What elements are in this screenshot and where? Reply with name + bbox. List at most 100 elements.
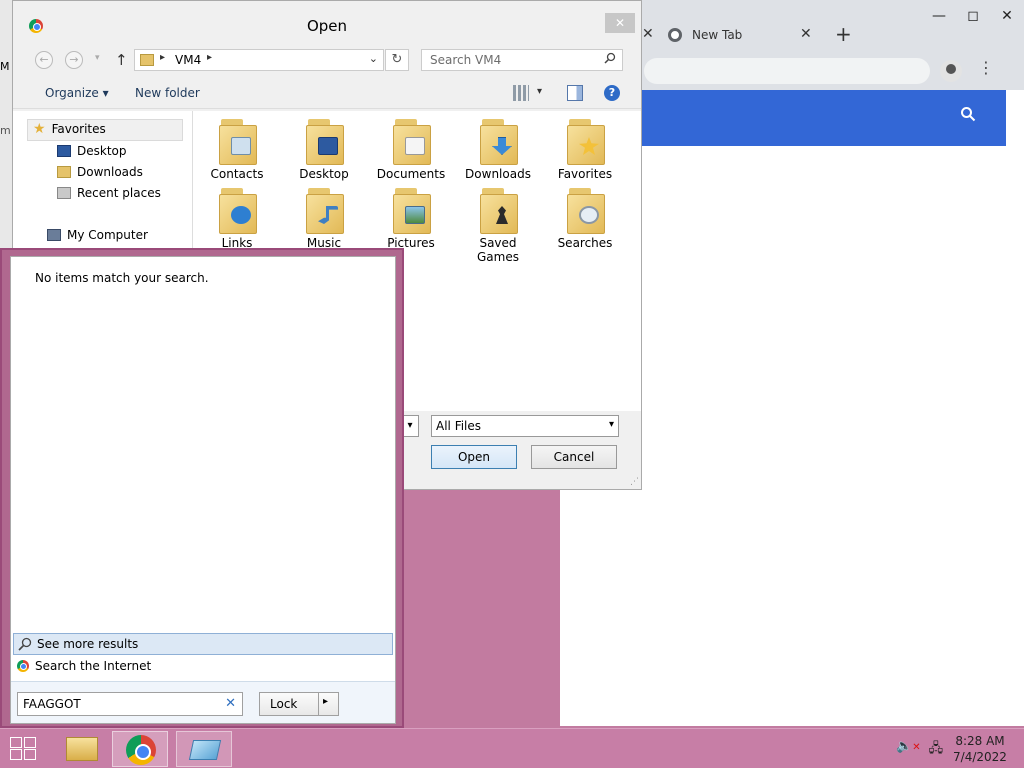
clear-search-icon[interactable]: ✕ bbox=[225, 696, 236, 711]
file-name: Documents bbox=[376, 167, 446, 181]
nav-my-computer[interactable]: My Computer bbox=[47, 228, 148, 242]
chevron-down-icon[interactable]: ▾ bbox=[537, 86, 553, 102]
file-item-documents[interactable]: Documents bbox=[371, 119, 451, 181]
folder-icon bbox=[480, 188, 518, 234]
minimize-button[interactable]: — bbox=[922, 8, 956, 24]
folder-icon bbox=[567, 188, 605, 234]
file-item-desktop[interactable]: Desktop bbox=[284, 119, 364, 181]
profile-icon[interactable] bbox=[940, 60, 962, 82]
address-bar[interactable] bbox=[644, 58, 930, 84]
taskbar-chrome[interactable] bbox=[112, 731, 168, 767]
folder-icon bbox=[219, 188, 257, 234]
up-arrow-icon[interactable]: ↑ bbox=[115, 51, 128, 69]
refresh-icon[interactable]: ↻ bbox=[385, 49, 409, 71]
tab-close-button[interactable]: ✕ bbox=[800, 26, 812, 42]
chrome-icon bbox=[126, 735, 156, 765]
no-results-message: No items match your search. bbox=[35, 271, 209, 285]
clock-time: 8:28 AM bbox=[955, 734, 1005, 748]
lock-button[interactable]: Lock ▸ bbox=[259, 692, 339, 716]
search-internet-link[interactable]: Search the Internet bbox=[17, 659, 151, 673]
dialog-close-button[interactable]: ✕ bbox=[605, 13, 635, 33]
close-button[interactable]: ✕ bbox=[990, 8, 1024, 24]
breadcrumb-item[interactable]: VM4 bbox=[175, 53, 201, 67]
chrome-icon bbox=[17, 660, 29, 672]
nav-favorites[interactable]: ★ Favorites bbox=[33, 121, 106, 137]
system-tray: 🔈✕ 🖧 bbox=[896, 739, 943, 761]
forward-icon[interactable]: → bbox=[65, 51, 83, 69]
page-header-bar bbox=[642, 90, 1006, 146]
preview-pane-icon[interactable] bbox=[567, 85, 583, 101]
nav-downloads[interactable]: Downloads bbox=[57, 165, 143, 179]
downloads-folder-icon bbox=[57, 166, 71, 178]
search-icon[interactable] bbox=[604, 52, 616, 64]
file-item-saved-games[interactable]: Saved Games bbox=[458, 188, 538, 264]
dialog-title-bar: Open ✕ bbox=[13, 1, 641, 37]
file-name: Downloads bbox=[465, 167, 531, 181]
tab-close-button[interactable]: ✕ bbox=[642, 26, 654, 42]
volume-muted-icon[interactable]: 🔈✕ bbox=[896, 739, 921, 761]
start-search-input[interactable]: FAAGGOT ✕ bbox=[17, 692, 243, 716]
address-breadcrumb[interactable]: ▸ VM4 ▸ ⌄ bbox=[134, 49, 384, 71]
taskbar-clock[interactable]: 8:28 AM 7/4/2022 bbox=[940, 733, 1020, 765]
file-item-favorites[interactable]: Favorites bbox=[545, 119, 625, 181]
file-item-downloads[interactable]: Downloads bbox=[458, 119, 538, 181]
maximize-button[interactable]: ◻ bbox=[956, 8, 990, 24]
search-icon[interactable] bbox=[960, 106, 976, 122]
new-tab-button[interactable]: + bbox=[835, 22, 852, 46]
computer-icon bbox=[47, 229, 61, 241]
nav-label: Desktop bbox=[77, 144, 127, 158]
nav-recent-places[interactable]: Recent places bbox=[57, 186, 161, 200]
open-button[interactable]: Open bbox=[431, 445, 517, 469]
file-name: Desktop bbox=[299, 167, 349, 181]
window-controls: — ◻ ✕ bbox=[922, 8, 1024, 24]
clock-date: 7/4/2022 bbox=[953, 750, 1007, 764]
navigation-bar: ← → ▾ ↑ ▸ VM4 ▸ ⌄ ↻ Search VM4 bbox=[13, 45, 641, 75]
file-item-searches[interactable]: Searches bbox=[545, 188, 625, 250]
back-icon[interactable]: ← bbox=[35, 51, 53, 69]
folder-icon bbox=[567, 119, 605, 165]
search-input[interactable]: Search VM4 bbox=[421, 49, 623, 71]
organize-button[interactable]: Organize ▾ bbox=[45, 86, 109, 100]
app-icon bbox=[188, 740, 222, 760]
power-options-arrow-icon[interactable]: ▸ bbox=[323, 696, 328, 707]
file-name: Saved Games bbox=[477, 236, 519, 264]
navigation-pane: ★ Favorites Desktop Downloads Recent pla… bbox=[13, 111, 193, 251]
desktop-icon-fragment: M bbox=[0, 60, 10, 73]
menu-icon[interactable]: ⋮ bbox=[978, 58, 994, 77]
view-options-icon[interactable] bbox=[513, 85, 529, 101]
tab-new-tab[interactable]: New Tab bbox=[668, 20, 818, 50]
nav-label: Recent places bbox=[77, 186, 161, 200]
search-internet-label: Search the Internet bbox=[35, 659, 152, 673]
folder-icon bbox=[393, 188, 431, 234]
file-item-contacts[interactable]: Contacts bbox=[197, 119, 277, 181]
windows-start-icon[interactable] bbox=[10, 737, 38, 761]
taskbar: 🔈✕ 🖧 8:28 AM 7/4/2022 bbox=[0, 728, 1024, 768]
chevron-down-icon[interactable]: ⌄ bbox=[369, 52, 378, 65]
taskbar-app[interactable] bbox=[176, 731, 232, 767]
help-icon[interactable]: ? bbox=[604, 85, 620, 101]
file-type-select[interactable]: All Files ▾ bbox=[431, 415, 619, 437]
page-body bbox=[642, 146, 1024, 726]
chevron-right-icon[interactable]: ▸ bbox=[160, 52, 165, 63]
file-item-links[interactable]: Links bbox=[197, 188, 277, 250]
resize-grip[interactable]: ⋰ bbox=[630, 477, 639, 487]
cancel-button[interactable]: Cancel bbox=[531, 445, 617, 469]
new-folder-button[interactable]: New folder bbox=[135, 86, 200, 100]
dialog-title: Open bbox=[306, 17, 348, 35]
file-item-music[interactable]: Music bbox=[284, 188, 364, 250]
folder-icon bbox=[306, 119, 344, 165]
search-results-area: No items match your search. See more res… bbox=[10, 256, 396, 724]
search-icon bbox=[18, 637, 32, 651]
file-item-pictures[interactable]: Pictures bbox=[371, 188, 451, 250]
taskbar-file-explorer[interactable] bbox=[54, 731, 110, 767]
file-type-value: All Files bbox=[436, 419, 482, 433]
nav-desktop[interactable]: Desktop bbox=[57, 144, 127, 158]
chevron-down-icon[interactable]: ▾ bbox=[95, 53, 100, 63]
search-placeholder: Search VM4 bbox=[430, 53, 502, 67]
nav-label: Downloads bbox=[77, 165, 143, 179]
folder-icon bbox=[219, 119, 257, 165]
see-more-results-link[interactable]: See more results bbox=[13, 633, 393, 655]
folder-icon bbox=[306, 188, 344, 234]
chevron-right-icon[interactable]: ▸ bbox=[207, 52, 212, 63]
tab-label: New Tab bbox=[692, 28, 743, 42]
